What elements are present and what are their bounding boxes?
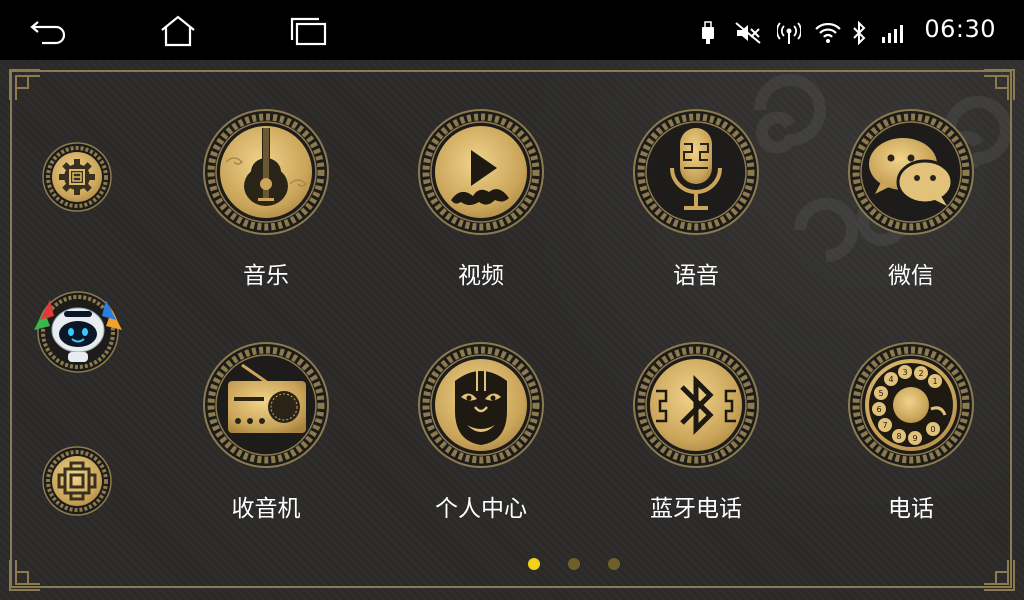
wechat-icon [848, 109, 974, 235]
app-label: 收音机 [231, 496, 301, 522]
knot-icon[interactable] [42, 446, 112, 516]
wifi-icon [814, 20, 842, 46]
app-phone[interactable]: 12 34 5 67 8 9 0 电话 [831, 341, 991, 541]
app-label: 微信 [888, 263, 934, 289]
svg-text:0: 0 [930, 425, 935, 434]
recents-icon[interactable] [288, 14, 328, 48]
robot-assistant-icon[interactable] [30, 286, 126, 376]
app-label: 视频 [458, 263, 504, 289]
app-label: 蓝牙电话 [650, 496, 742, 522]
bluetooth-icon [850, 20, 868, 46]
svg-text:5: 5 [878, 389, 883, 398]
svg-text:2: 2 [918, 369, 923, 378]
svg-text:3: 3 [902, 368, 907, 377]
page-indicator [0, 558, 1024, 572]
bluetooth-icon [632, 341, 760, 469]
app-bluetooth-phone[interactable]: 蓝牙电话 [616, 341, 776, 541]
app-video[interactable]: 视频 [401, 108, 561, 308]
home-icon[interactable] [158, 14, 198, 48]
rotary-dial-icon: 12 34 5 67 8 9 0 [847, 341, 975, 469]
page-dot[interactable] [568, 558, 580, 570]
app-label: 音乐 [243, 263, 289, 289]
guitar-icon [202, 108, 330, 236]
app-label: 语音 [673, 263, 719, 289]
app-radio[interactable]: 收音机 [186, 341, 346, 541]
app-wechat[interactable]: 微信 [831, 108, 991, 308]
page-dot[interactable] [608, 558, 620, 570]
clock: 06:30 [924, 15, 996, 43]
page-dot-active[interactable] [528, 558, 540, 570]
radio-icon [203, 342, 329, 468]
svg-text:8: 8 [896, 432, 901, 441]
mute-icon [734, 20, 762, 46]
opera-mask-icon [417, 341, 545, 469]
app-label: 个人中心 [435, 496, 527, 522]
svg-text:7: 7 [882, 421, 887, 430]
microphone-icon [633, 109, 759, 235]
usb-icon [698, 20, 718, 46]
app-profile[interactable]: 个人中心 [401, 341, 561, 541]
signal-icon [880, 20, 906, 46]
corner-ornament [9, 69, 40, 100]
svg-text:9: 9 [912, 434, 917, 443]
launcher-main: 音乐 视频 语音 微信 收音机 个人中心 蓝牙电话 1 2 3 4 5 6 7 … [0, 60, 1024, 600]
back-icon[interactable] [28, 14, 68, 48]
hotspot-icon [776, 20, 802, 46]
app-label: 电话 [888, 496, 934, 522]
svg-text:6: 6 [876, 405, 881, 414]
play-icon [417, 108, 545, 236]
app-voice[interactable]: 语音 [616, 108, 776, 308]
app-music[interactable]: 音乐 [186, 108, 346, 308]
status-bar: 06:30 [0, 0, 1024, 60]
svg-text:4: 4 [888, 375, 893, 384]
settings-icon[interactable] [42, 142, 112, 212]
svg-text:1: 1 [932, 377, 937, 386]
